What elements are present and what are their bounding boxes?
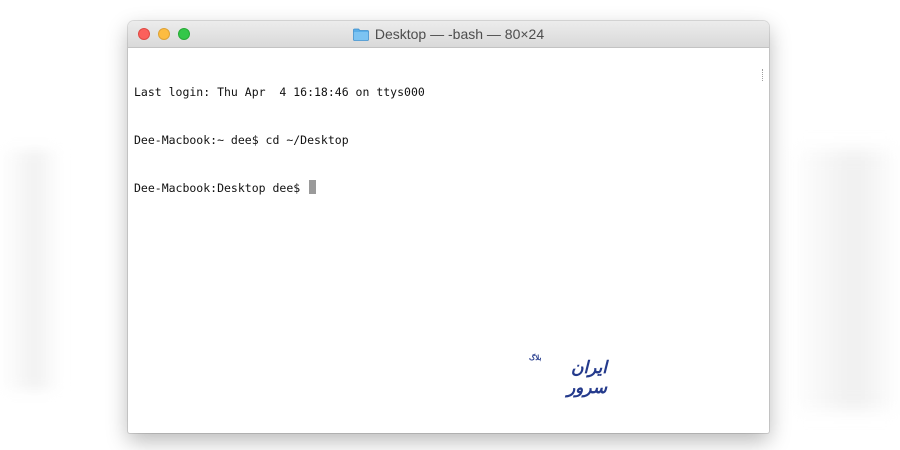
terminal-line: Dee-Macbook:~ dee$ cd ~/Desktop	[134, 133, 349, 147]
scroll-marker	[762, 69, 765, 81]
folder-icon	[352, 28, 369, 41]
watermark-logo: بلاگ ایران سرور	[523, 350, 608, 397]
terminal-prompt: Dee-Macbook:Desktop dee$	[134, 181, 308, 195]
window-title-text: Desktop — -bash — 80×24	[374, 26, 545, 42]
background-blur-right	[790, 150, 900, 410]
terminal-prompt-line[interactable]: Dee-Macbook:Desktop dee$	[134, 180, 763, 196]
background-blur-left	[0, 150, 60, 390]
text-cursor	[309, 180, 317, 194]
window-title: Desktop — -bash — 80×24	[128, 21, 769, 47]
title-bar[interactable]: Desktop — -bash — 80×24	[128, 21, 769, 48]
terminal-output[interactable]: Last login: Thu Apr 4 16:18:46 on ttys00…	[128, 48, 769, 433]
terminal-line: Last login: Thu Apr 4 16:18:46 on ttys00…	[134, 85, 425, 99]
watermark-main-text: ایران سرور	[566, 358, 608, 397]
terminal-window: Desktop — -bash — 80×24 Last login: Thu …	[128, 21, 769, 433]
